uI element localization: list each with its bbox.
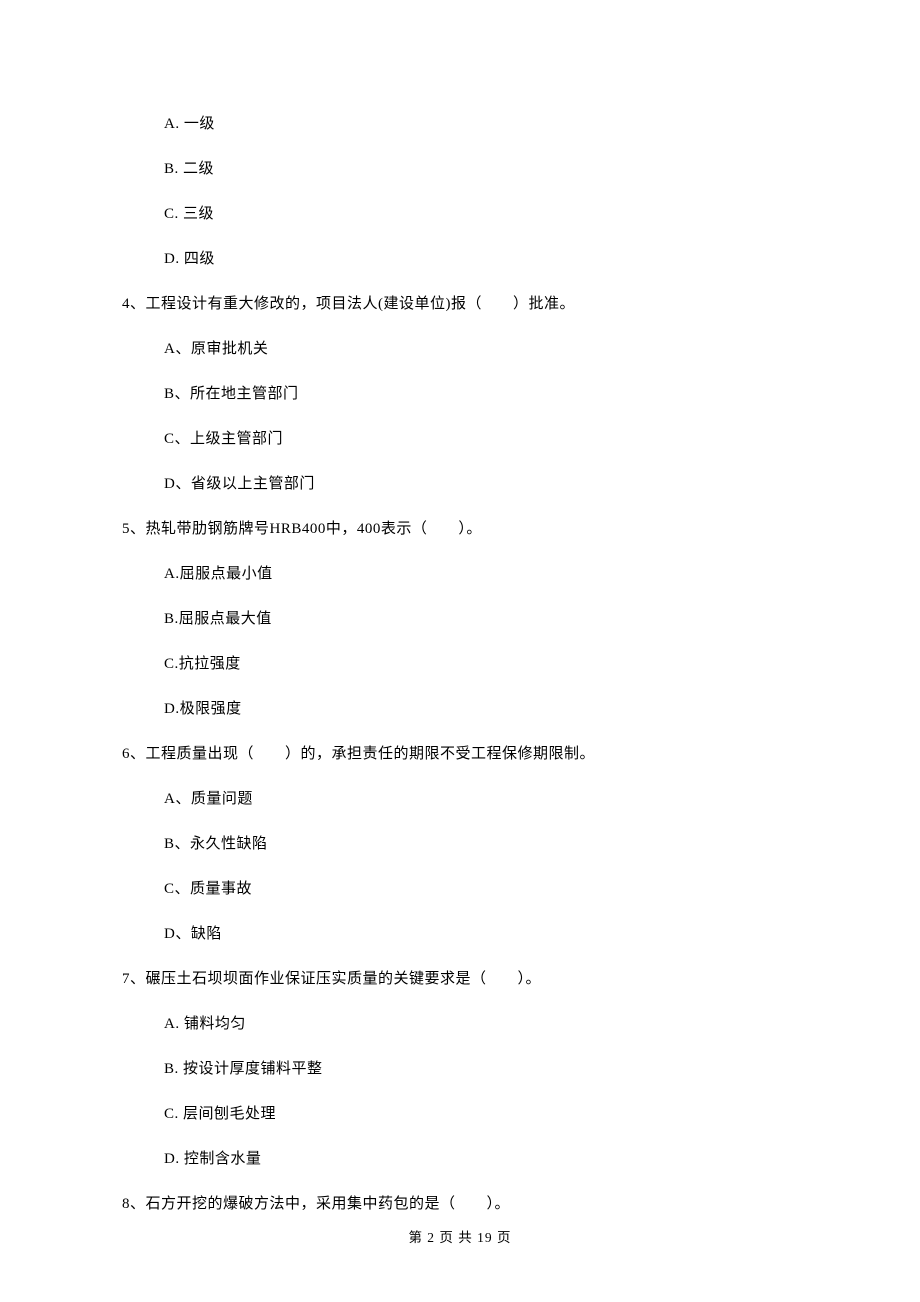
q8-text: 8、石方开挖的爆破方法中，采用集中药包的是（ ）。 — [122, 1194, 800, 1215]
q4-option-c: C、上级主管部门 — [122, 429, 800, 450]
q6-option-a: A、质量问题 — [122, 789, 800, 810]
q7-option-b: B. 按设计厚度铺料平整 — [122, 1059, 800, 1080]
q3-option-c: C. 三级 — [122, 204, 800, 225]
q5-text: 5、热轧带肋钢筋牌号HRB400中，400表示（ ）。 — [122, 519, 800, 540]
q4-text: 4、工程设计有重大修改的，项目法人(建设单位)报（ ）批准。 — [122, 294, 800, 315]
q7-option-a: A. 铺料均匀 — [122, 1014, 800, 1035]
q7-option-c: C. 层间刨毛处理 — [122, 1104, 800, 1125]
q6-option-d: D、缺陷 — [122, 924, 800, 945]
q3-option-b: B. 二级 — [122, 159, 800, 180]
q5-option-c: C.抗拉强度 — [122, 654, 800, 675]
q3-option-a: A. 一级 — [122, 114, 800, 135]
q7-option-d: D. 控制含水量 — [122, 1149, 800, 1170]
q5-option-b: B.屈服点最大值 — [122, 609, 800, 630]
q6-text: 6、工程质量出现（ ）的，承担责任的期限不受工程保修期限制。 — [122, 744, 800, 765]
q4-option-b: B、所在地主管部门 — [122, 384, 800, 405]
q6-option-b: B、永久性缺陷 — [122, 834, 800, 855]
q5-option-d: D.极限强度 — [122, 699, 800, 720]
q7-text: 7、碾压土石坝坝面作业保证压实质量的关键要求是（ ）。 — [122, 969, 800, 990]
q6-option-c: C、质量事故 — [122, 879, 800, 900]
document-content: A. 一级 B. 二级 C. 三级 D. 四级 4、工程设计有重大修改的，项目法… — [0, 0, 920, 1215]
q5-option-a: A.屈服点最小值 — [122, 564, 800, 585]
q4-option-a: A、原审批机关 — [122, 339, 800, 360]
q3-option-d: D. 四级 — [122, 249, 800, 270]
q4-option-d: D、省级以上主管部门 — [122, 474, 800, 495]
page-footer: 第 2 页 共 19 页 — [0, 1226, 920, 1246]
